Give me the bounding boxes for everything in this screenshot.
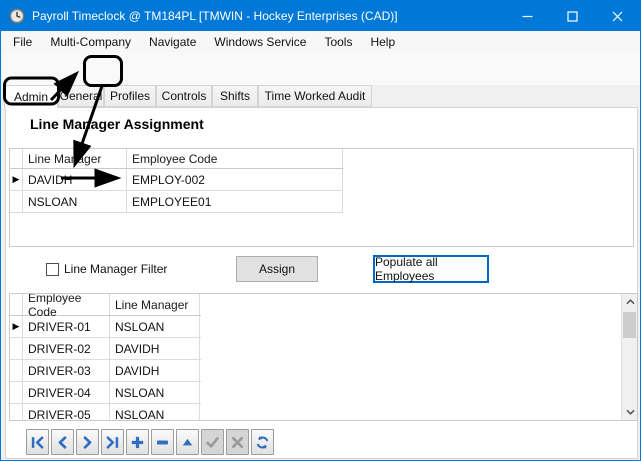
- cell-line-manager: DAVIDH: [110, 338, 200, 359]
- main-toolbar: ? !: [2, 53, 640, 85]
- column-header-line-manager[interactable]: Line Manager: [23, 149, 127, 168]
- assignment-row-davidh[interactable]: ▶ DAVIDH EMPLOY-002: [10, 169, 343, 191]
- nav-last-button[interactable]: [101, 429, 124, 455]
- minimize-button[interactable]: [505, 1, 550, 31]
- app-window: Payroll Timeclock @ TM184PL [TMWIN - Hoc…: [0, 0, 641, 461]
- page-title: Line Manager Assignment: [30, 116, 204, 132]
- employee-row[interactable]: DRIVER-05 NSLOAN: [10, 404, 201, 421]
- nav-insert-button[interactable]: [126, 429, 149, 455]
- line-manager-filter-checkbox[interactable]: [46, 263, 59, 276]
- maximize-icon: [567, 11, 578, 22]
- nav-cancel-button[interactable]: [226, 429, 249, 455]
- menu-multi-company[interactable]: Multi-Company: [41, 31, 140, 53]
- maximize-button[interactable]: [550, 1, 595, 31]
- tab-general[interactable]: General: [58, 85, 104, 107]
- nav-refresh-button[interactable]: [251, 429, 274, 455]
- tab-time-worked-audit[interactable]: Time Worked Audit: [258, 85, 372, 107]
- assignment-grid: Line Manager Employee Code ▶ DAVIDH EMPL…: [9, 148, 634, 247]
- menu-help[interactable]: Help: [361, 31, 404, 53]
- cell-employee-code: DRIVER-05: [23, 404, 110, 421]
- column-header-line-manager[interactable]: Line Manager: [110, 294, 200, 315]
- tab-controls[interactable]: Controls: [156, 85, 212, 107]
- column-header-employee-code[interactable]: Employee Code: [23, 294, 110, 315]
- row-selector-marker: ▶: [13, 175, 20, 184]
- row-selector-marker: ▶: [13, 322, 20, 331]
- cell-line-manager: NSLOAN: [110, 404, 200, 421]
- nav-edit-button[interactable]: [176, 429, 199, 455]
- cell-employee-code: EMPLOYEE01: [127, 191, 343, 212]
- nav-prior-button[interactable]: [51, 429, 74, 455]
- cell-employee-code: DRIVER-01: [23, 316, 110, 337]
- cell-line-manager: NSLOAN: [110, 316, 200, 337]
- employee-row[interactable]: DRIVER-02 DAVIDH: [10, 338, 201, 360]
- minimize-icon: [522, 11, 533, 22]
- cell-employee-code: DRIVER-03: [23, 360, 110, 381]
- scrollbar-thumb[interactable]: [623, 312, 636, 338]
- assignment-grid-header: Line Manager Employee Code: [10, 149, 343, 169]
- window-title: Payroll Timeclock @ TM184PL [TMWIN - Hoc…: [32, 9, 398, 23]
- nav-delete-button[interactable]: [151, 429, 174, 455]
- employee-grid-header: Employee Code Line Manager: [10, 294, 201, 316]
- column-header-employee-code[interactable]: Employee Code: [127, 149, 343, 168]
- menubar: File Multi-Company Navigate Windows Serv…: [2, 31, 640, 53]
- cell-line-manager: DAVIDH: [110, 360, 200, 381]
- scroll-down-button[interactable]: [622, 404, 638, 420]
- line-manager-filter-label: Line Manager Filter: [64, 263, 167, 276]
- cell-line-manager: DAVIDH: [23, 169, 127, 190]
- employee-row[interactable]: ▶ DRIVER-01 NSLOAN: [10, 316, 201, 338]
- cell-line-manager: NSLOAN: [110, 382, 200, 403]
- employee-grid: Employee Code Line Manager ▶ DRIVER-01 N…: [9, 293, 638, 421]
- cell-employee-code: EMPLOY-002: [127, 169, 343, 190]
- clock-app-icon[interactable]: [9, 8, 25, 24]
- populate-all-employees-button[interactable]: Populate all Employees: [373, 255, 489, 283]
- assign-button[interactable]: Assign: [236, 256, 318, 282]
- cell-line-manager: NSLOAN: [23, 191, 127, 212]
- nav-first-button[interactable]: [26, 429, 49, 455]
- menu-windows-service[interactable]: Windows Service: [205, 31, 315, 53]
- menu-file[interactable]: File: [4, 31, 41, 53]
- menu-tools[interactable]: Tools: [315, 31, 361, 53]
- tab-profiles[interactable]: Profiles: [104, 85, 156, 107]
- cell-employee-code: DRIVER-04: [23, 382, 110, 403]
- menu-navigate[interactable]: Navigate: [140, 31, 205, 53]
- nav-post-button[interactable]: [201, 429, 224, 455]
- close-icon: [612, 11, 623, 22]
- employee-row[interactable]: DRIVER-04 NSLOAN: [10, 382, 201, 404]
- vertical-scrollbar[interactable]: [621, 294, 637, 420]
- cell-employee-code: DRIVER-02: [23, 338, 110, 359]
- tab-shifts[interactable]: Shifts: [212, 85, 258, 107]
- scroll-up-button[interactable]: [622, 294, 638, 310]
- nav-next-button[interactable]: [76, 429, 99, 455]
- tab-admin[interactable]: Admin: [4, 85, 58, 108]
- close-button[interactable]: [595, 1, 640, 31]
- employee-row[interactable]: DRIVER-03 DAVIDH: [10, 360, 201, 382]
- assignment-row-nsloan[interactable]: NSLOAN EMPLOYEE01: [10, 191, 343, 213]
- titlebar: Payroll Timeclock @ TM184PL [TMWIN - Hoc…: [1, 1, 640, 31]
